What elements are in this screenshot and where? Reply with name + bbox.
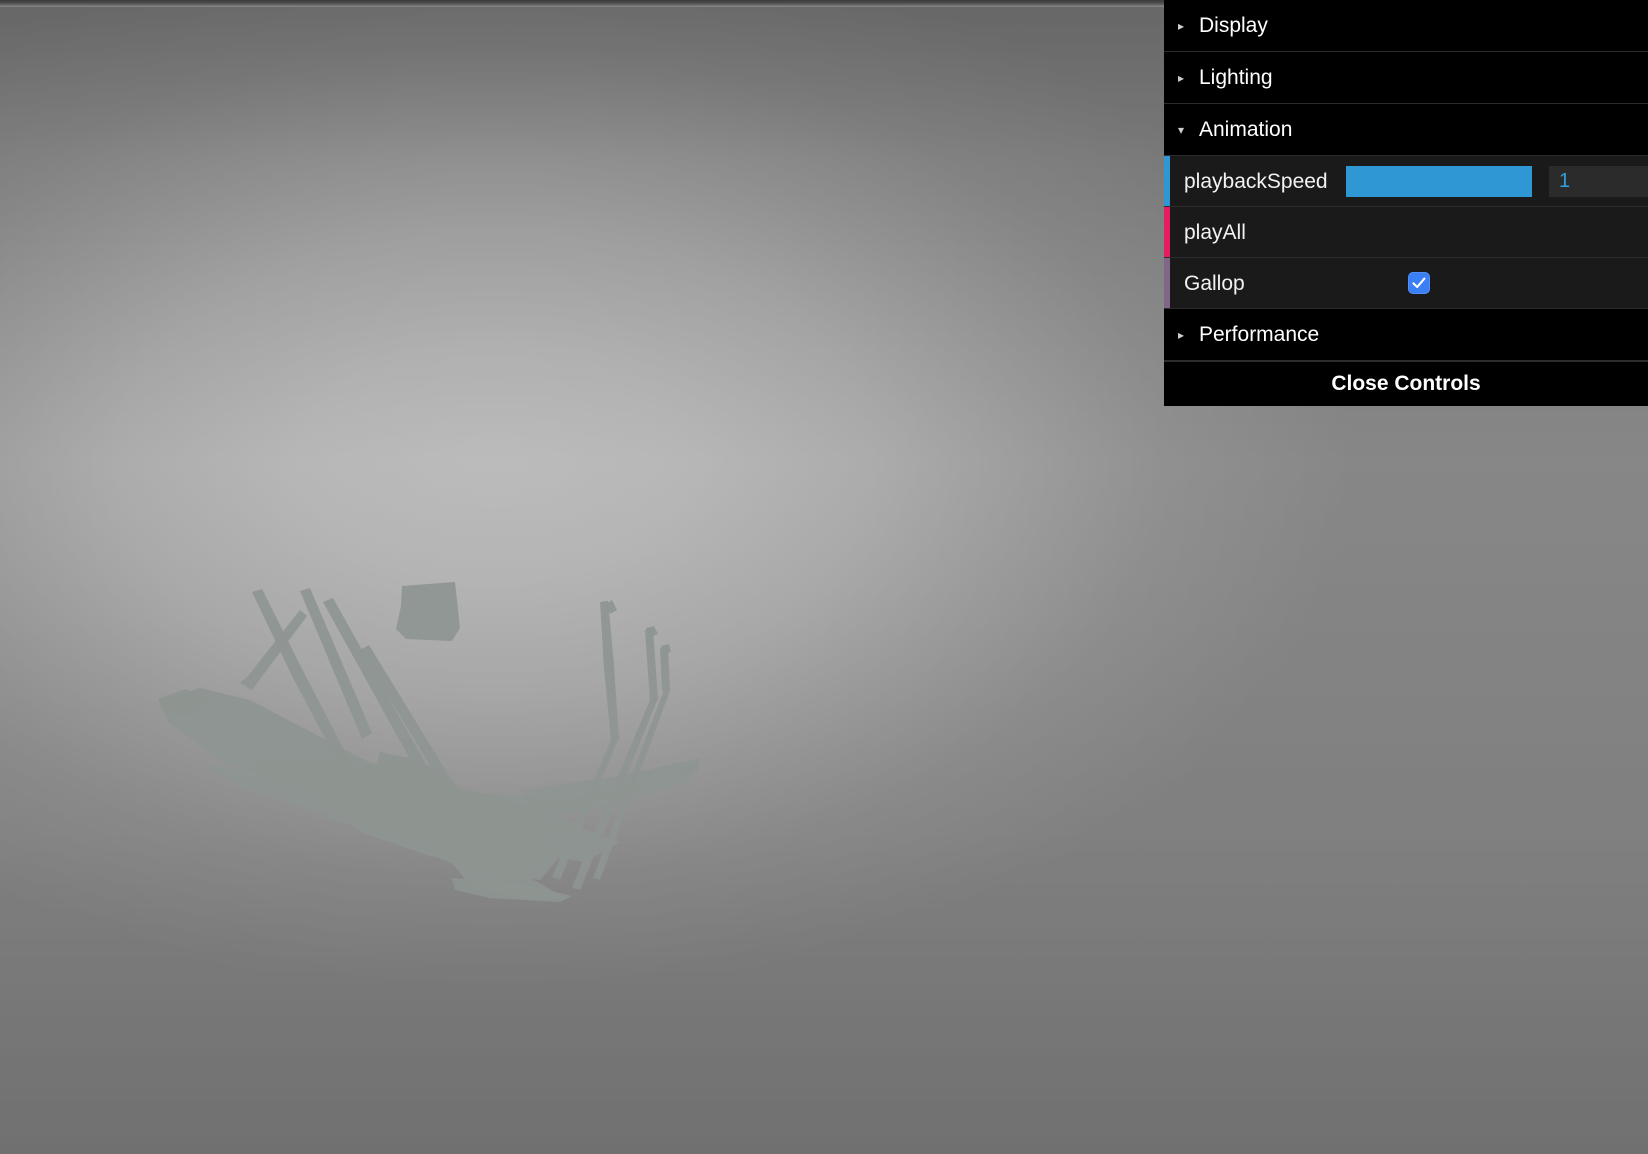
folder-display[interactable]: ▸ Display: [1164, 0, 1648, 52]
dat-gui-panel[interactable]: ▸ Display ▸ Lighting ▾ Animation playbackSp…: [1164, 0, 1648, 406]
folder-display-label: Display: [1199, 14, 1268, 37]
playback-speed-value[interactable]: 1: [1549, 165, 1648, 197]
app-root: ▸ Display ▸ Lighting ▾ Animation playbackSp…: [0, 0, 1648, 1154]
controller-stripe: [1164, 156, 1170, 206]
play-all-widget[interactable]: [1346, 207, 1648, 257]
folder-performance-label: Performance: [1199, 323, 1320, 346]
playback-speed-slider[interactable]: [1346, 165, 1532, 197]
play-all-label: playAll: [1184, 220, 1246, 244]
folder-animation[interactable]: ▾ Animation: [1164, 104, 1648, 156]
folder-animation-label: Animation: [1199, 118, 1293, 141]
gallop-checkbox[interactable]: [1408, 272, 1430, 294]
controller-stripe: [1164, 207, 1170, 257]
gallop-widget[interactable]: [1346, 258, 1648, 308]
folder-lighting-label: Lighting: [1199, 66, 1273, 89]
gallop-label: Gallop: [1184, 271, 1245, 295]
checkmark-icon: [1412, 277, 1426, 289]
close-controls-button[interactable]: Close Controls: [1164, 361, 1648, 406]
controller-playback-speed[interactable]: playbackSpeed 1: [1164, 156, 1648, 207]
chevron-right-icon: ▸: [1178, 19, 1185, 33]
controller-gallop[interactable]: Gallop: [1164, 258, 1648, 309]
slider-fill: [1346, 165, 1532, 197]
playback-speed-label: playbackSpeed: [1184, 169, 1328, 193]
controller-play-all[interactable]: playAll: [1164, 207, 1648, 258]
chevron-down-icon: ▾: [1178, 123, 1185, 137]
chevron-right-icon: ▸: [1178, 328, 1185, 342]
folder-lighting[interactable]: ▸ Lighting: [1164, 52, 1648, 104]
controller-stripe: [1164, 258, 1170, 308]
playback-speed-widget[interactable]: 1: [1346, 156, 1648, 206]
folder-performance[interactable]: ▸ Performance: [1164, 309, 1648, 361]
chevron-right-icon: ▸: [1178, 71, 1185, 85]
